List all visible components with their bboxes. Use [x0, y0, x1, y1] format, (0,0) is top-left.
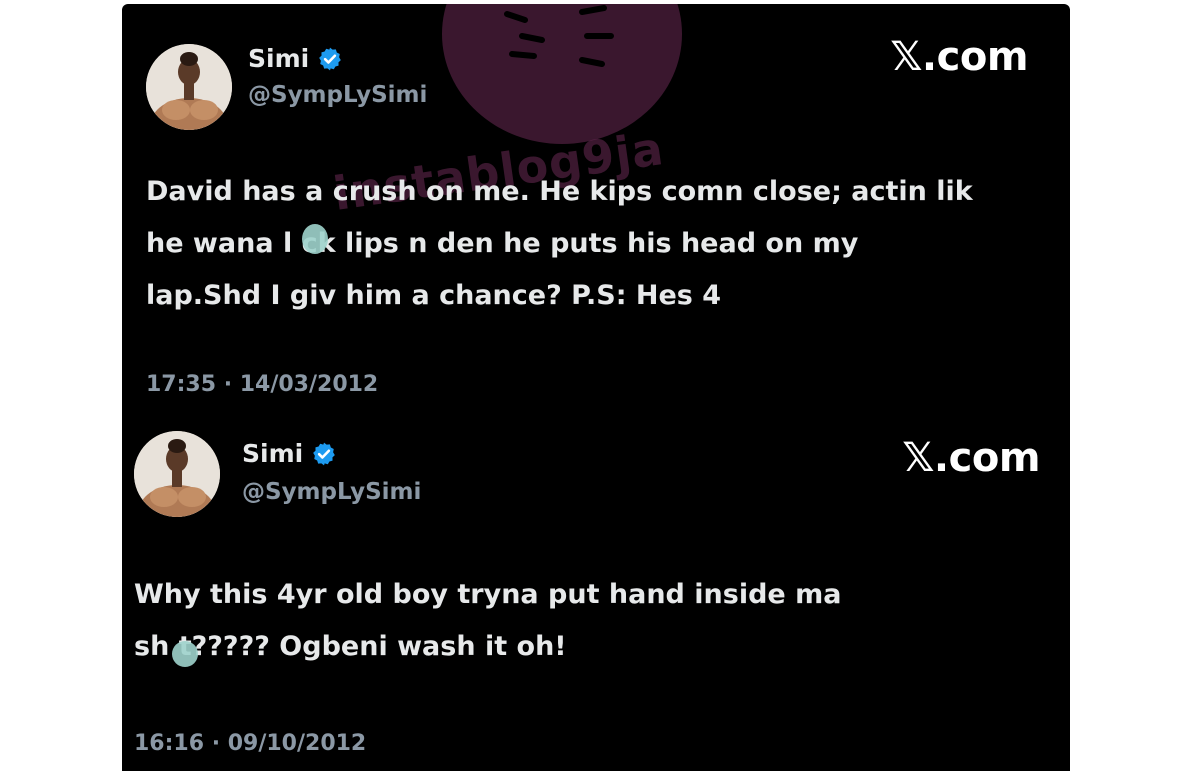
avatar[interactable] — [134, 431, 220, 517]
x-brand-logo: 𝕏.com — [902, 435, 1040, 481]
tweet-card-2[interactable]: Simi @SympLySimi 𝕏.com Why this 4yr old … — [122, 409, 1070, 771]
display-name[interactable]: Simi — [242, 439, 303, 468]
display-name[interactable]: Simi — [248, 44, 309, 73]
user-handle[interactable]: @SympLySimi — [248, 82, 427, 108]
profile-photo-icon — [146, 44, 232, 130]
tweet-card-1[interactable]: instablog9ja Simi @SympLySimi 𝕏.com Davi… — [122, 4, 1070, 409]
user-handle[interactable]: @SympLySimi — [242, 479, 421, 505]
tweet-timestamp[interactable]: 17:35 · 14/03/2012 — [146, 372, 378, 397]
avatar[interactable] — [146, 44, 232, 130]
author-name-row: Simi — [242, 439, 337, 468]
verified-badge-icon — [313, 442, 336, 465]
tweet-text: Why this 4yr old boy tryna put hand insi… — [134, 579, 842, 662]
verified-badge-icon — [319, 47, 342, 70]
censor-blur-mark — [172, 641, 198, 667]
profile-photo-icon — [134, 431, 220, 517]
author-name-row: Simi — [248, 44, 343, 73]
tweet-text: David has a crush on me. He kips comn cl… — [146, 176, 973, 311]
tweet-timestamp[interactable]: 16:16 · 09/10/2012 — [134, 731, 366, 756]
screenshot-page: instablog9ja Simi @SympLySimi 𝕏.com Davi… — [0, 0, 1200, 782]
x-brand-logo: 𝕏.com — [890, 34, 1028, 80]
censor-blur-mark — [302, 224, 328, 254]
